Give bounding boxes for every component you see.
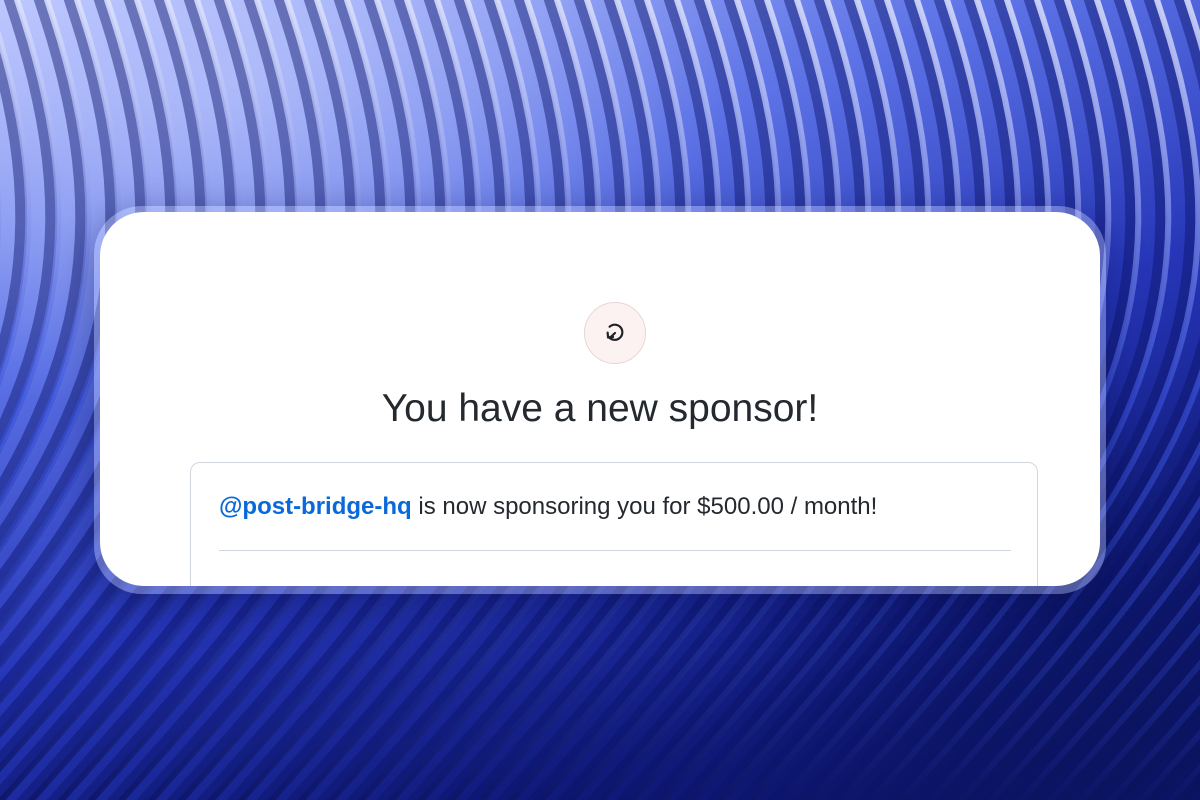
notification-card: You have a new sponsor! @post-bridge-hq … xyxy=(100,212,1100,586)
sponsor-icon-badge xyxy=(584,302,646,364)
divider xyxy=(219,550,1011,551)
notification-title: You have a new sponsor! xyxy=(381,387,819,430)
sponsor-details-box: @post-bridge-hq is now sponsoring you fo… xyxy=(190,462,1038,586)
sponsor-refresh-icon xyxy=(606,323,624,341)
sponsor-message-text: is now sponsoring you for $500.00 / mont… xyxy=(411,493,878,520)
sponsor-handle-link[interactable]: @post-bridge-hq xyxy=(219,493,412,520)
sponsor-message: @post-bridge-hq is now sponsoring you fo… xyxy=(219,493,877,521)
